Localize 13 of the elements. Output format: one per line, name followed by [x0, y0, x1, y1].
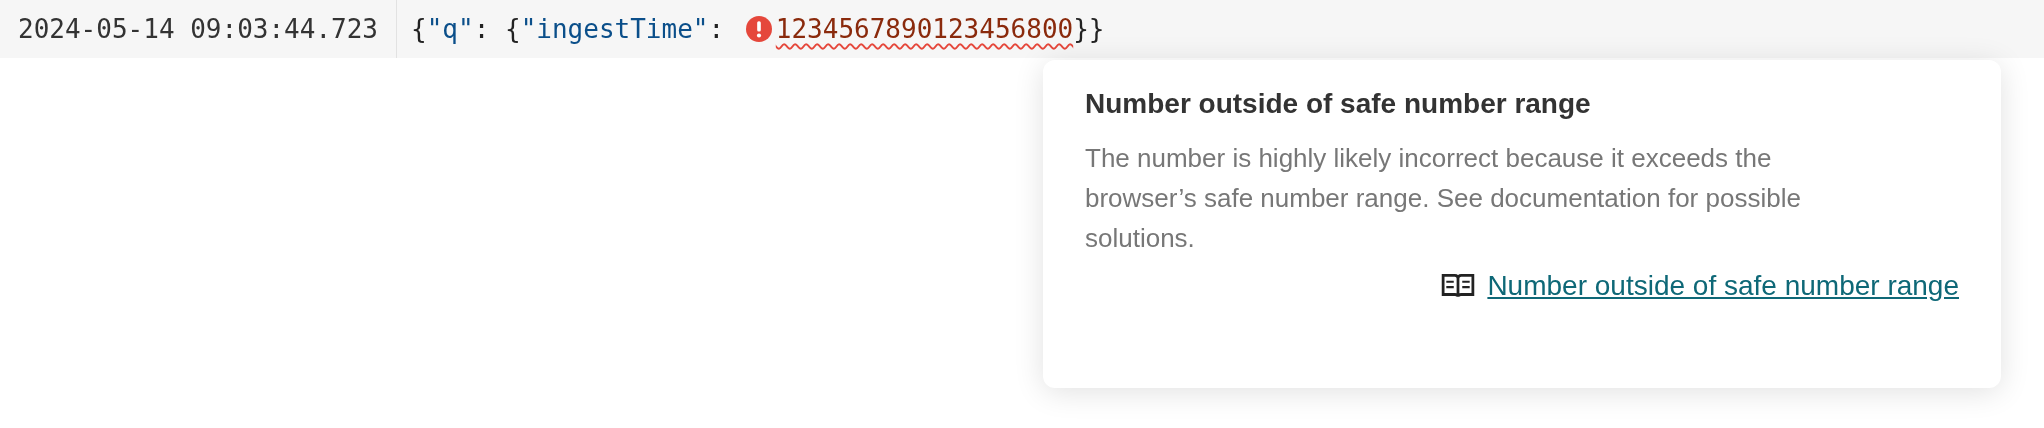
book-icon	[1441, 273, 1476, 299]
timestamp: 2024-05-14 09:03:44.723	[17, 14, 380, 44]
json-key: "ingestTime"	[520, 14, 709, 44]
json-punctuation: }}	[1073, 14, 1105, 44]
tooltip-title: Number outside of safe number range	[1085, 88, 1592, 120]
tooltip-text: The number is highly likely incorrect because it exceeds the browser’s safe number range. See documentation for possible solutions.	[1085, 142, 1802, 255]
json-punctuation: :	[708, 14, 726, 44]
json-punctuation: {	[411, 14, 427, 44]
error-icon[interactable]	[745, 16, 772, 42]
json-number: 1234567890123456800	[775, 14, 1074, 44]
json-key: "q"	[426, 14, 474, 44]
documentation-link[interactable]: Number outside of safe number range	[1487, 270, 1959, 302]
json-punctuation: : {	[473, 14, 521, 44]
